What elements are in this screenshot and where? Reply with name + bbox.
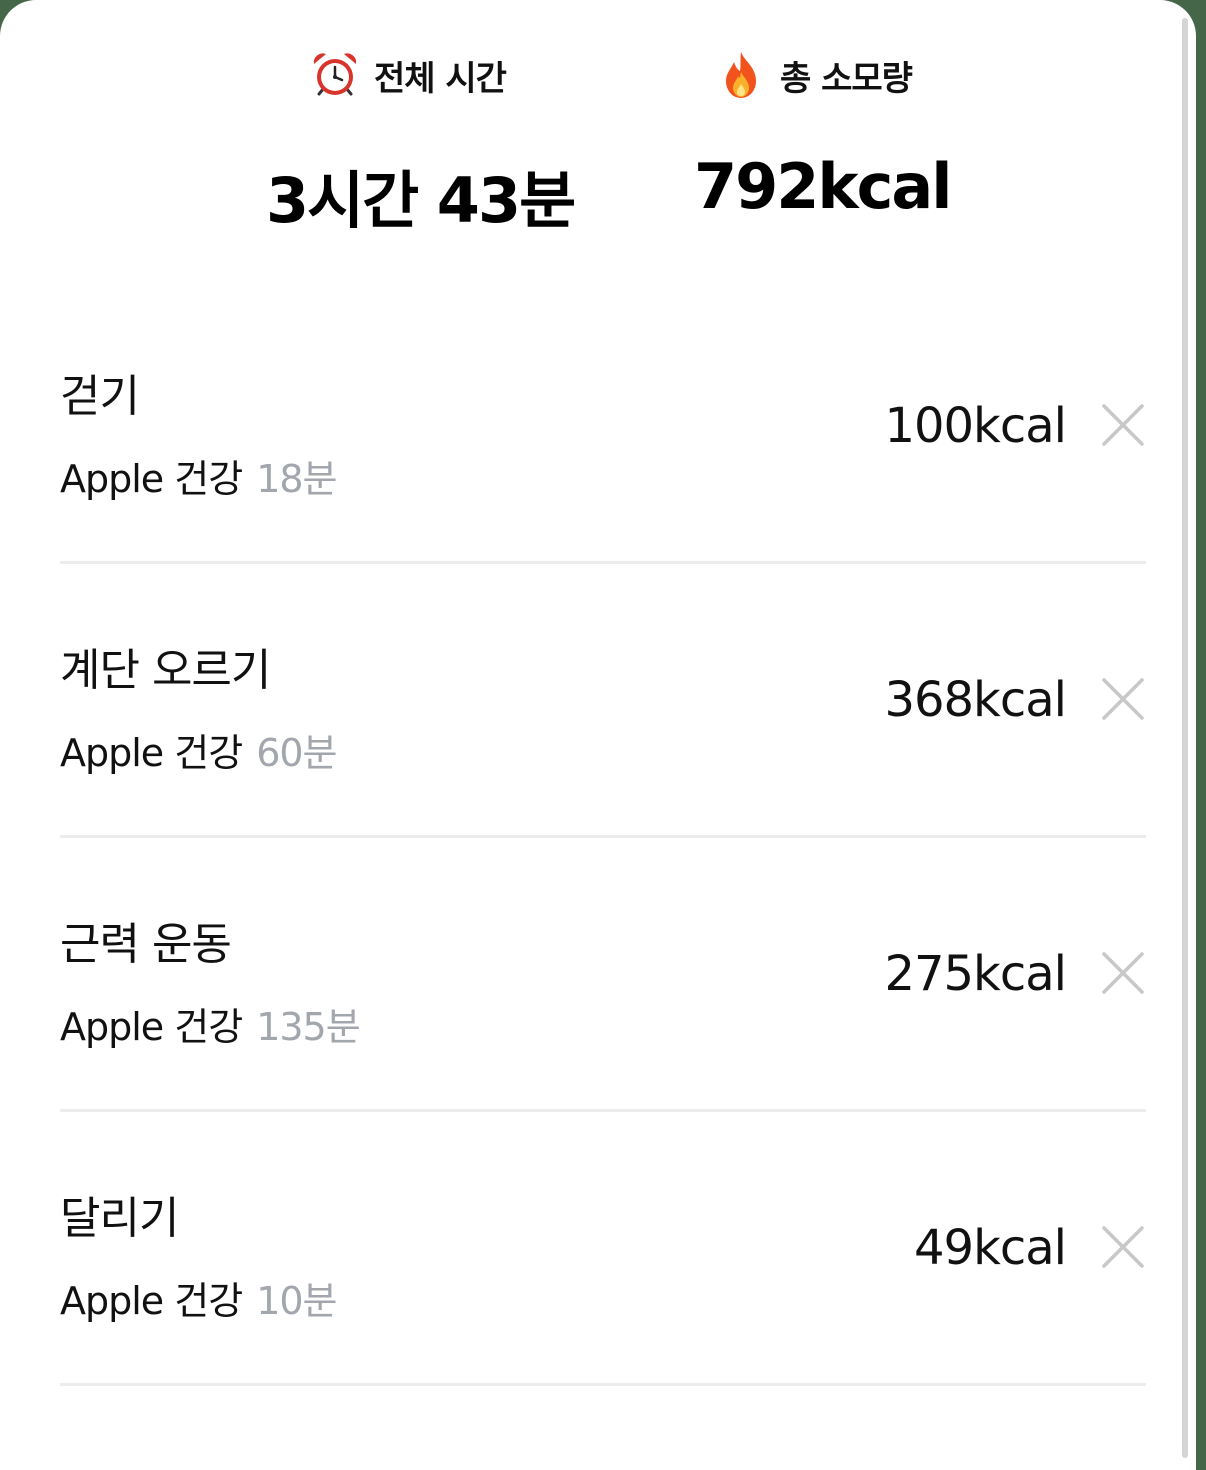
scrollbar[interactable]: [1182, 18, 1188, 1458]
fire-icon: [716, 50, 766, 100]
activity-row[interactable]: 계단 오르기 Apple 건강 60분 368kcal: [60, 564, 1146, 838]
alarm-clock-icon: [310, 50, 360, 100]
close-icon: [1102, 1226, 1144, 1268]
activity-calories: 49kcal: [913, 1220, 1067, 1276]
total-calories-value: 792kcal: [694, 150, 952, 223]
total-time-label-row: 전체 시간: [310, 50, 507, 100]
activity-calories: 275kcal: [884, 946, 1067, 1002]
delete-activity-button[interactable]: [1100, 676, 1146, 722]
activity-source: Apple 건강 135분: [60, 996, 361, 1051]
delete-activity-button[interactable]: [1100, 402, 1146, 448]
total-calories-label: 총 소모량: [780, 58, 913, 99]
activity-name: 근력 운동: [60, 919, 232, 970]
delete-activity-button[interactable]: [1100, 950, 1146, 996]
activity-source: Apple 건강 10분: [60, 1270, 338, 1325]
activity-source-label: Apple 건강: [60, 1279, 243, 1323]
activity-duration: 18분: [256, 457, 337, 501]
activity-source-label: Apple 건강: [60, 731, 243, 775]
activity-duration: 10분: [256, 1279, 337, 1323]
summary-header: 전체 시간 3시간 43분 총 소모량 792kcal: [0, 0, 1196, 260]
close-icon: [1102, 678, 1144, 720]
activity-row[interactable]: 근력 운동 Apple 건강 135분 275kcal: [60, 838, 1146, 1112]
activity-name: 걷기: [60, 371, 140, 422]
activity-source: Apple 건강 60분: [60, 722, 338, 777]
activity-row[interactable]: 걷기 Apple 건강 18분 100kcal: [60, 290, 1146, 564]
close-icon: [1102, 404, 1144, 446]
activity-calories: 368kcal: [884, 672, 1067, 728]
activity-row[interactable]: 달리기 Apple 건강 10분 49kcal: [60, 1112, 1146, 1386]
activity-name: 달리기: [60, 1193, 179, 1244]
workout-summary-sheet: 전체 시간 3시간 43분 총 소모량 792kcal 걷기 Apple 건강 1: [0, 0, 1196, 1470]
activity-duration: 135분: [256, 1005, 360, 1049]
activity-list: 걷기 Apple 건강 18분 100kcal 계단 오르기 Apple 건강 60…: [60, 290, 1146, 1386]
activity-source: Apple 건강 18분: [60, 448, 338, 503]
delete-activity-button[interactable]: [1100, 1224, 1146, 1270]
activity-source-label: Apple 건강: [60, 1005, 243, 1049]
close-icon: [1102, 952, 1144, 994]
total-calories-label-row: 총 소모량: [716, 50, 913, 100]
activity-source-label: Apple 건강: [60, 457, 243, 501]
activity-duration: 60분: [256, 731, 337, 775]
activity-calories: 100kcal: [884, 398, 1067, 454]
activity-name: 계단 오르기: [60, 645, 271, 696]
total-time-label: 전체 시간: [374, 58, 507, 99]
total-time-value: 3시간 43분: [266, 164, 576, 237]
